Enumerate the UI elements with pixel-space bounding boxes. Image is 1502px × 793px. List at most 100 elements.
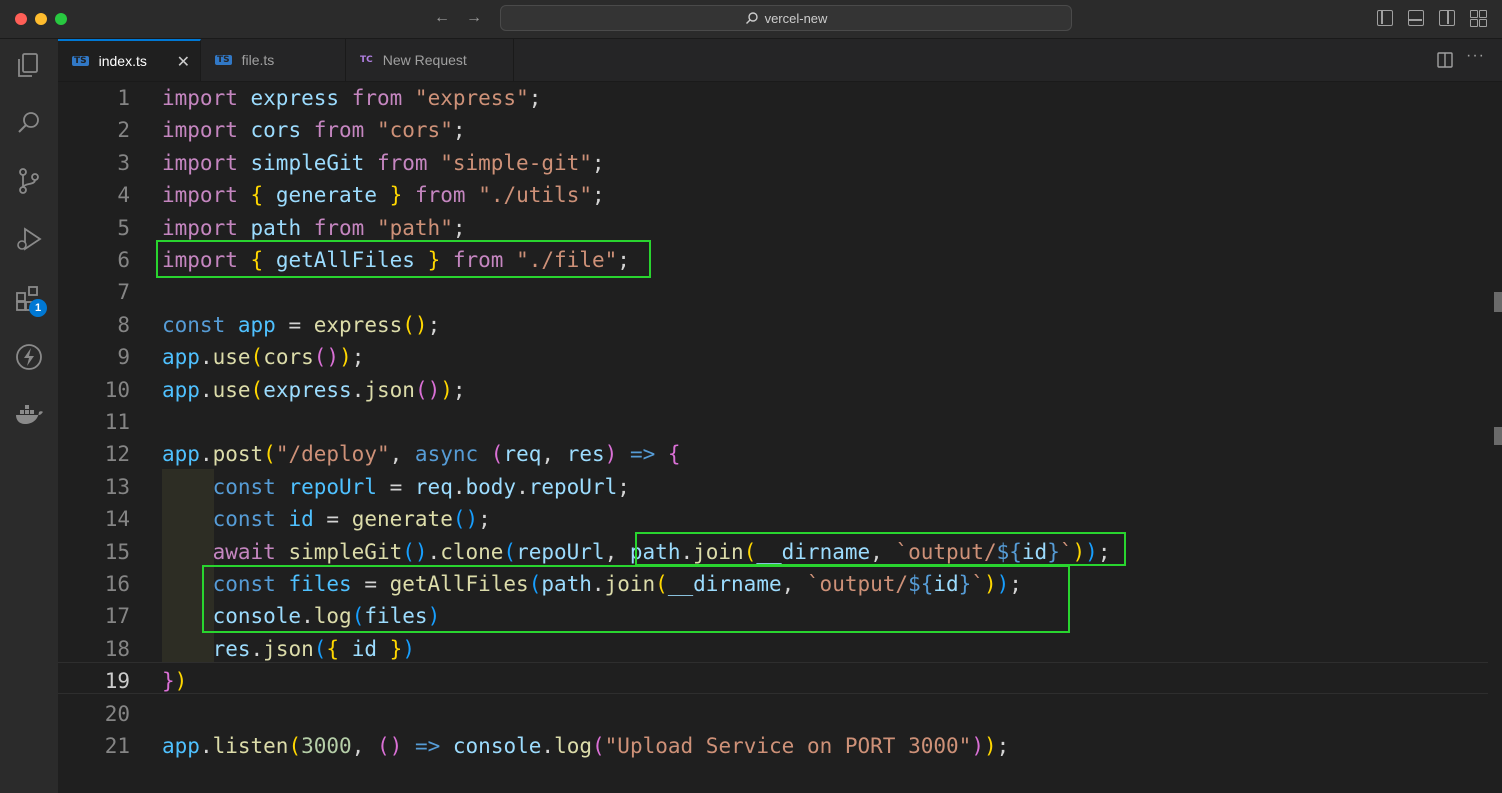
- code-token: =: [313, 507, 352, 532]
- zoom-window-button[interactable]: [55, 13, 67, 25]
- search-icon[interactable]: [13, 107, 45, 139]
- scrollbar-marker[interactable]: [1494, 292, 1502, 312]
- customize-layout-icon[interactable]: [1470, 10, 1487, 27]
- more-actions-icon[interactable]: ···: [1466, 47, 1485, 65]
- code-token: import: [162, 150, 238, 175]
- code-token: app: [237, 312, 276, 337]
- code-token: ): [174, 669, 188, 694]
- code-line[interactable]: 19}): [58, 665, 1488, 697]
- code-line[interactable]: 21 app.listen(3000, () => console.log("Up…: [58, 730, 1488, 762]
- code-text: import { generate } from "./utils";: [162, 179, 605, 211]
- toggle-primary-sidebar-icon[interactable]: [1377, 10, 1393, 26]
- code-token: post: [212, 442, 264, 467]
- code-token: (): [402, 312, 428, 337]
- code-editor[interactable]: 1 import express from "express"; 2 import c…: [58, 82, 1502, 793]
- code-token: (): [414, 377, 441, 402]
- code-token: express: [263, 377, 352, 402]
- close-tab-icon[interactable]: ✕: [177, 52, 190, 72]
- toggle-secondary-sidebar-icon[interactable]: [1439, 10, 1455, 26]
- code-token: (: [263, 442, 276, 467]
- code-token: "express": [414, 86, 529, 110]
- scrollbar-marker[interactable]: [1494, 427, 1502, 445]
- code-line[interactable]: 7: [58, 276, 1488, 308]
- code-line[interactable]: 2 import cors from "cors";: [58, 114, 1488, 146]
- code-token: =>: [414, 734, 441, 758]
- code-token: body: [465, 474, 517, 499]
- tab-index-ts[interactable]: TS index.ts ✕: [58, 39, 201, 81]
- tab-label: New Request: [382, 52, 467, 68]
- line-number: 10: [104, 377, 130, 402]
- explorer-icon[interactable]: [13, 49, 45, 81]
- code-token: json: [364, 377, 415, 402]
- code-line[interactable]: 18 res.json({ id }): [58, 633, 1488, 665]
- code-line[interactable]: 11: [58, 406, 1488, 438]
- minimize-window-button[interactable]: [35, 13, 47, 25]
- code-token: cors: [250, 118, 302, 143]
- code-line[interactable]: 1 import express from "express";: [58, 82, 1488, 114]
- code-token: ;: [452, 215, 466, 240]
- split-editor-icon[interactable]: [1437, 52, 1453, 68]
- tab-file-ts[interactable]: TS file.ts: [201, 39, 346, 81]
- code-token: repoUrl: [528, 474, 618, 499]
- code-token: console: [452, 734, 542, 758]
- code-line[interactable]: 3 import simpleGit from "simple-git";: [58, 147, 1488, 179]
- code-token: .: [199, 377, 213, 402]
- code-token: "cors": [376, 118, 453, 143]
- code-token: .: [541, 734, 555, 758]
- run-and-debug-icon[interactable]: [13, 223, 45, 255]
- code-line[interactable]: 4 import { generate } from "./utils";: [58, 179, 1488, 211]
- docker-icon[interactable]: [13, 399, 45, 431]
- code-token: (: [250, 377, 264, 402]
- line-number: 7: [117, 280, 130, 305]
- code-token: app: [162, 345, 200, 370]
- line-number: 1: [117, 86, 130, 110]
- code-token: simpleGit: [250, 150, 365, 175]
- code-line[interactable]: 9 app.use(cors());: [58, 341, 1488, 373]
- code-token: (): [402, 539, 428, 564]
- code-token: use: [212, 345, 251, 370]
- code-text: app.post("/deploy", async (req, res) => …: [162, 438, 681, 470]
- code-token: "./utils": [478, 183, 592, 208]
- code-line[interactable]: 8 const app = express();: [58, 309, 1488, 341]
- code-text: app.use(cors());: [162, 341, 364, 373]
- code-line[interactable]: 14 const id = generate();: [58, 503, 1488, 535]
- code-token: generate: [275, 183, 377, 208]
- code-line[interactable]: 12 app.post("/deploy", async (req, res) =…: [58, 438, 1488, 470]
- code-token: express: [250, 86, 340, 110]
- forward-arrow-icon[interactable]: →: [466, 8, 482, 28]
- source-control-icon[interactable]: [13, 165, 45, 197]
- command-center-search[interactable]: vercel-new: [500, 5, 1072, 31]
- code-token: app: [162, 442, 200, 467]
- code-line[interactable]: 10 app.use(express.json());: [58, 374, 1488, 406]
- code-token: (: [288, 734, 302, 758]
- close-window-button[interactable]: [15, 13, 27, 25]
- toggle-panel-icon[interactable]: [1408, 10, 1424, 26]
- code-token: "simple-git": [440, 150, 592, 175]
- code-token: {: [250, 183, 264, 208]
- code-text: const id = generate();: [162, 503, 491, 535]
- code-token: {: [326, 636, 340, 661]
- thunder-client-tab-icon: TC: [360, 55, 373, 65]
- code-text: const repoUrl = req.body.repoUrl;: [162, 471, 630, 503]
- workspace-name: vercel-new: [764, 10, 828, 26]
- thunder-client-icon[interactable]: [13, 341, 45, 373]
- code-token: ;: [427, 312, 441, 337]
- code-line[interactable]: 20: [58, 698, 1488, 730]
- tab-new-request[interactable]: TC New Request: [346, 39, 514, 81]
- typescript-file-icon: TS: [72, 56, 89, 66]
- code-line[interactable]: 13 const repoUrl = req.body.repoUrl;: [58, 471, 1488, 503]
- code-token: }: [162, 669, 175, 694]
- line-number: 6: [117, 248, 130, 272]
- back-arrow-icon[interactable]: ←: [434, 8, 450, 28]
- code-line[interactable]: 5 import path from "path";: [58, 212, 1488, 244]
- code-token: app: [162, 734, 200, 758]
